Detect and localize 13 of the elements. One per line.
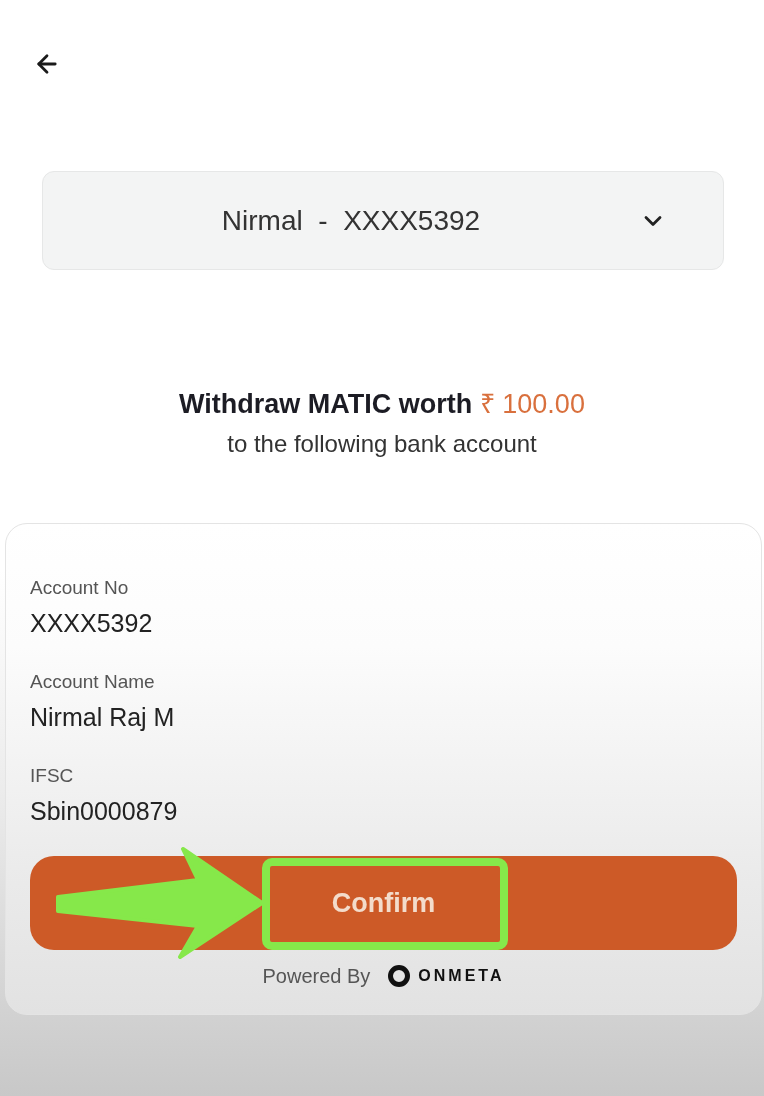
detail-label: Account No xyxy=(30,576,129,600)
powered-by-text: Powered By xyxy=(262,964,371,988)
withdraw-title: Withdraw MATIC worth ₹ 100.00 xyxy=(179,388,585,421)
detail-value: XXXX5392 xyxy=(30,608,153,638)
detail-value: Nirmal Raj M xyxy=(30,702,175,732)
withdraw-subtitle: to the following bank account xyxy=(227,429,537,459)
detail-label: IFSC xyxy=(30,764,74,788)
brand-wordmark: ONMETA xyxy=(418,967,505,985)
detail-value: Sbin0000879 xyxy=(30,796,178,826)
account-select[interactable]: Nirmal - XXXX5392 xyxy=(42,171,724,270)
detail-label: Account Name xyxy=(30,670,155,694)
brand-ring-icon xyxy=(388,965,411,987)
account-select-value: Nirmal - XXXX5392 xyxy=(220,204,482,237)
